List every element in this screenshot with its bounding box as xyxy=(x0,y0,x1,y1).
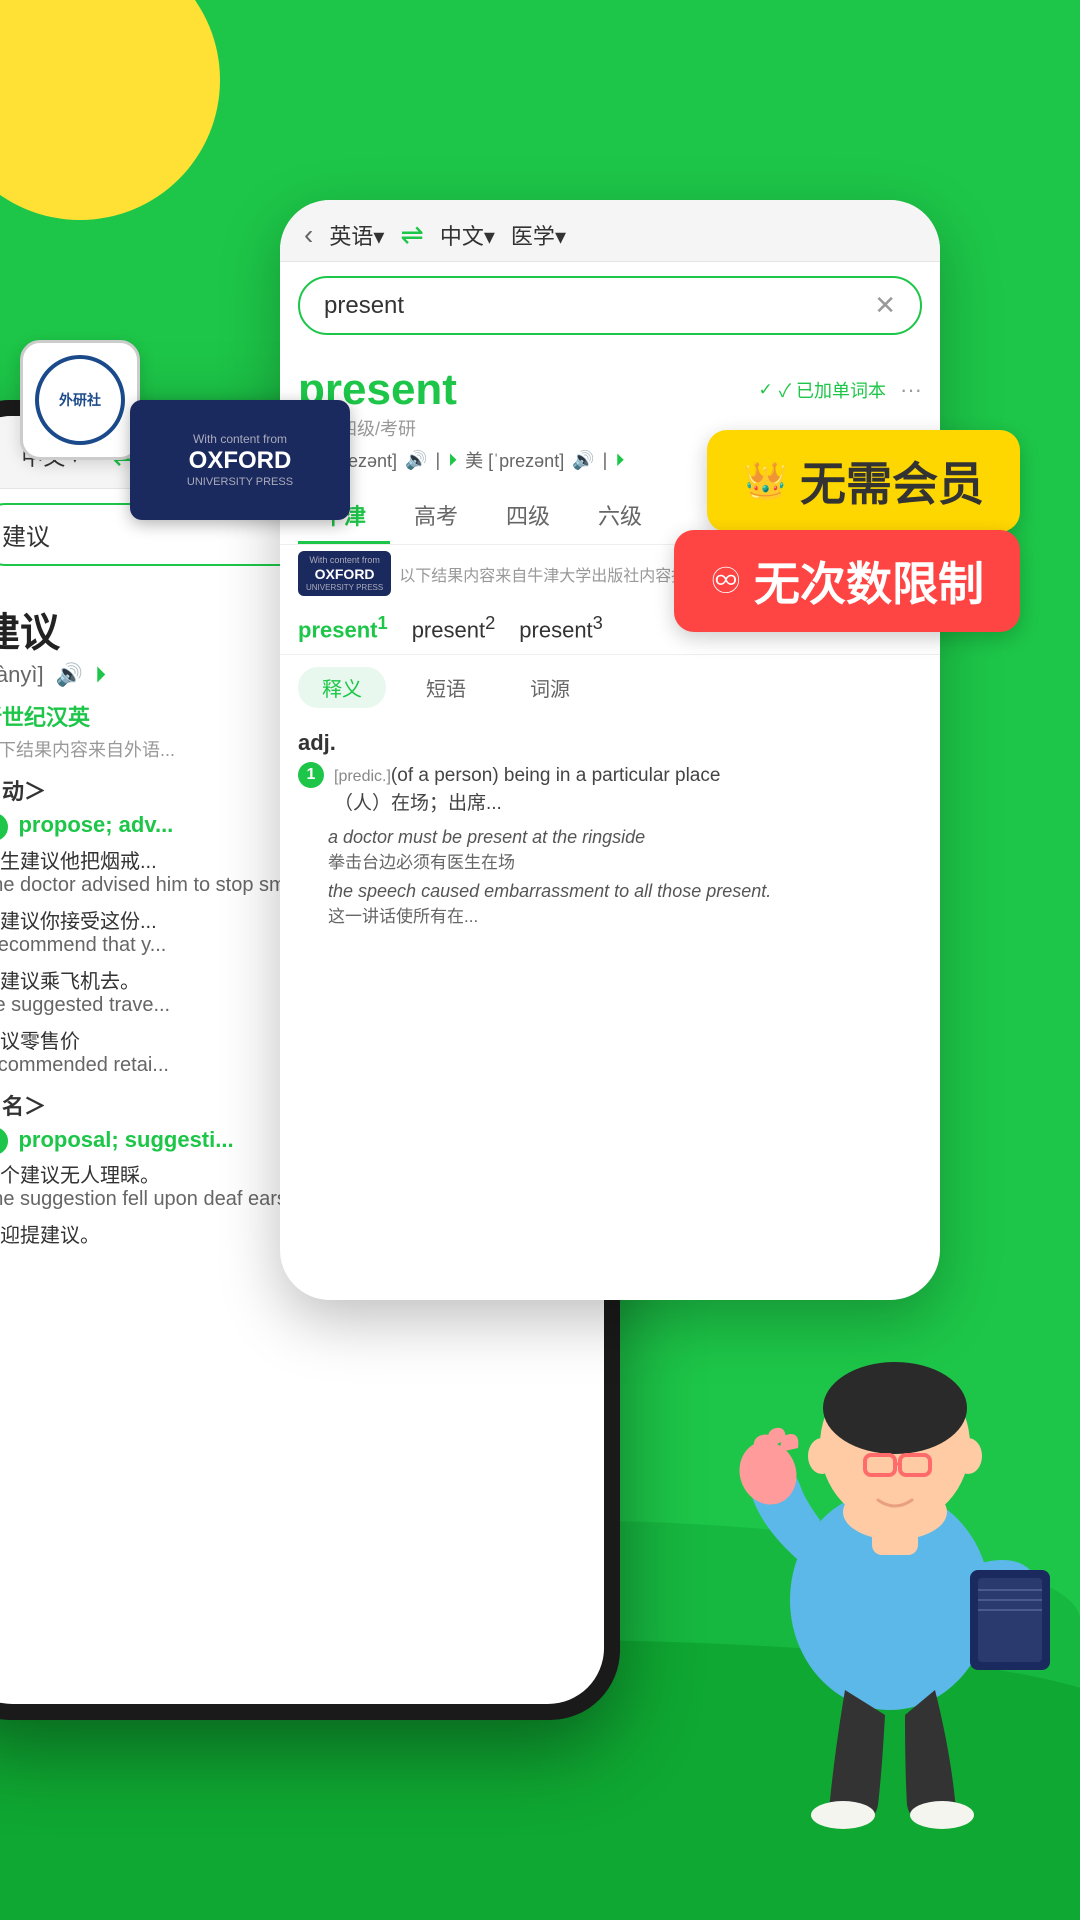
vip-badge-text: 无需会员 xyxy=(800,448,984,514)
play-icon[interactable]: ⏵ xyxy=(95,662,106,688)
tab-cet6[interactable]: 六级 xyxy=(574,489,666,544)
character-illustration xyxy=(700,1260,1080,1840)
vip-badge: 👑 无需会员 xyxy=(707,430,1020,532)
phone2-added-badge: ✓ ✓ 已加单词本 ··· xyxy=(758,377,922,403)
def-pos: adj. xyxy=(298,730,922,756)
variant-1[interactable]: present1 xyxy=(298,612,388,643)
oxford-badge-line3: UNIVERSITY PRESS xyxy=(187,476,293,488)
play-us-icon[interactable]: ⏵ xyxy=(615,450,624,471)
unlimited-badge: ♾ 无次数限制 xyxy=(674,530,1020,632)
phone2-search[interactable]: present ✕ xyxy=(298,276,922,335)
speaker-uk-icon[interactable]: 🔊 xyxy=(405,450,427,471)
tab-cet4[interactable]: 四级 xyxy=(482,489,574,544)
phone2-definition: adj. 1 [predic.](of a person) being in a… xyxy=(280,720,940,937)
def-row-1: 1 [predic.](of a person) being in a part… xyxy=(298,762,922,819)
crown-icon: 👑 xyxy=(743,460,788,502)
phone2-usage[interactable]: 医学▾ xyxy=(511,219,566,251)
oxford-logo-small: With content from OXFORD UNIVERSITY PRES… xyxy=(298,551,391,596)
phone2-back-btn[interactable]: ‹ xyxy=(304,219,313,251)
subtab-etymology[interactable]: 词源 xyxy=(506,667,594,708)
phone2-lang-left[interactable]: 英语▾ xyxy=(329,219,384,251)
check-icon: ✓ xyxy=(758,380,772,400)
speaker-icon[interactable]: 🔊 xyxy=(56,662,83,688)
infinity-icon: ♾ xyxy=(710,560,742,602)
search-clear-icon[interactable]: ✕ xyxy=(874,290,896,321)
example-2-zh: 这一讲话使所有在... xyxy=(328,902,922,927)
waiyan-logo: 外研社 xyxy=(20,340,140,460)
def-zh: （人）在场；出席... xyxy=(334,790,720,819)
unlimited-badge-text: 无次数限制 xyxy=(754,548,984,614)
phone-mockup-2: ‹ 英语▾ ⇌ 中文▾ 医学▾ present ✕ present ✓ ✓ 已加… xyxy=(280,200,940,1300)
example-1-zh: 拳击台边必须有医生在场 xyxy=(328,848,922,873)
subtab-meaning[interactable]: 释义 xyxy=(298,667,386,708)
example-1-en: a doctor must be present at the ringside xyxy=(328,827,922,848)
oxford-auth-text: 以下结果内容来自牛津大学出版社内容授权 xyxy=(399,562,703,586)
play-uk-icon[interactable]: ⏵ xyxy=(448,450,457,471)
oxford-badge-line1: With content from xyxy=(193,432,287,448)
oxford-badge-line2: OXFORD xyxy=(189,447,292,476)
example-2-en: the speech caused embarrassment to all t… xyxy=(328,881,922,902)
phone2-subtabs: 释义 短语 词源 xyxy=(280,655,940,720)
speaker-us-icon[interactable]: 🔊 xyxy=(572,450,594,471)
oxford-badge: With content from OXFORD UNIVERSITY PRES… xyxy=(130,400,350,520)
phone2-topbar: ‹ 英语▾ ⇌ 中文▾ 医学▾ xyxy=(280,200,940,262)
tab-gaokao[interactable]: 高考 xyxy=(390,489,482,544)
def-num-1: 1 xyxy=(298,762,324,788)
phone2-swap-btn[interactable]: ⇌ xyxy=(400,218,423,251)
variant-3[interactable]: present3 xyxy=(519,612,603,643)
variant-2[interactable]: present2 xyxy=(412,612,496,643)
more-icon[interactable]: ··· xyxy=(900,377,922,403)
def-text: [predic.](of a person) being in a partic… xyxy=(334,762,720,791)
phone2-lang-right[interactable]: 中文▾ xyxy=(440,219,495,251)
subtab-phrase[interactable]: 短语 xyxy=(402,667,490,708)
phone2-search-value: present xyxy=(324,292,404,320)
